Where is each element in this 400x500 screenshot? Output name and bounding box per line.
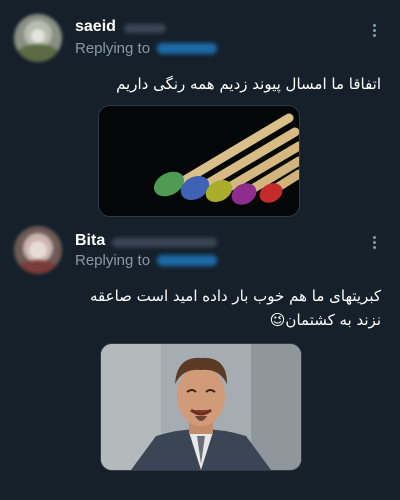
tweet-2[interactable]: Bita Replying to کبریتهای ما هم خوب بار … — [0, 222, 400, 500]
replying-to-label: Replying to — [75, 40, 151, 57]
tweet-1[interactable]: saeid Replying to اتفاقا ما امسال پیوند … — [0, 0, 400, 230]
username[interactable]: saeid — [75, 18, 116, 36]
laughing-man-image — [101, 344, 301, 470]
more-options-icon[interactable] — [373, 236, 377, 249]
tweet-text: اتفاقا ما امسال پیوند زدیم همه رنگی داری… — [116, 75, 381, 93]
user-handle-redacted — [112, 238, 217, 247]
avatar[interactable] — [14, 14, 62, 62]
tweet-image[interactable] — [100, 343, 302, 471]
user-handle-redacted — [124, 24, 166, 33]
username[interactable]: Bita — [75, 232, 105, 250]
replying-to-label: Replying to — [75, 252, 151, 269]
tweet-image[interactable] — [98, 105, 300, 217]
avatar[interactable] — [14, 226, 62, 274]
tweet-text: کبریتهای ما هم خوب بار داده امید است صاع… — [90, 287, 381, 329]
mention-link-redacted[interactable] — [157, 43, 217, 54]
more-options-icon[interactable] — [373, 24, 377, 37]
matchsticks-image — [99, 106, 299, 216]
mention-link-redacted[interactable] — [157, 255, 217, 266]
